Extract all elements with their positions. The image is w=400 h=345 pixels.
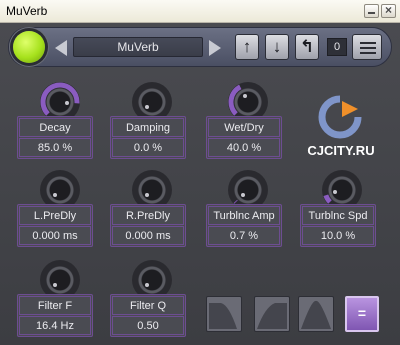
menu-line bbox=[360, 47, 376, 49]
control-value-field[interactable]: 40.0 % bbox=[208, 138, 280, 157]
knob-pointer-dot bbox=[145, 282, 150, 287]
lowpass-shape-icon bbox=[209, 303, 237, 329]
knob-pointer-dot bbox=[64, 100, 69, 105]
control-value-field[interactable]: 0.000 ms bbox=[112, 226, 184, 245]
menu-line bbox=[360, 52, 376, 54]
control-box: L.PreDly 0.000 ms bbox=[17, 204, 93, 247]
lowpass-shape-button[interactable] bbox=[206, 296, 242, 332]
control-box: Damping 0.0 % bbox=[110, 116, 186, 159]
control-label: Filter F bbox=[19, 296, 91, 315]
knob-arc-path bbox=[233, 199, 238, 204]
control-value-field[interactable]: 0.50 bbox=[112, 316, 184, 335]
control-label: Decay bbox=[19, 118, 91, 137]
control-box: Filter F 16.4 Hz bbox=[17, 294, 93, 337]
highpass-shape-icon bbox=[257, 303, 287, 329]
bandpass-shape-icon bbox=[301, 300, 331, 329]
control-box: Wet/Dry 40.0 % bbox=[206, 116, 282, 159]
minimize-icon bbox=[368, 12, 375, 14]
window-titlebar: MuVerb × bbox=[0, 0, 400, 23]
highpass-shape-button[interactable] bbox=[254, 296, 290, 332]
control-label: Turblnc Spd bbox=[302, 206, 374, 225]
knob-pointer-dot bbox=[145, 104, 150, 109]
control-value-field[interactable]: 0.7 % bbox=[208, 226, 280, 245]
knob-pointer-dot bbox=[240, 192, 245, 197]
control-box: Decay 85.0 % bbox=[17, 116, 93, 159]
plugin-panel: MuVerb ↑ ↓ ↰ 0 CJCITY.RU Decay 85.0 % Damp… bbox=[0, 23, 400, 345]
previous-preset-button[interactable] bbox=[55, 40, 67, 56]
control-value-field[interactable]: 10.0 % bbox=[302, 226, 374, 245]
control-value-field[interactable]: 0.0 % bbox=[112, 138, 184, 157]
knob-pointer-dot bbox=[145, 192, 150, 197]
knob-pointer-dot bbox=[53, 192, 58, 197]
close-button[interactable]: × bbox=[381, 3, 396, 18]
next-preset-button[interactable] bbox=[209, 40, 221, 56]
control-box: Turblnc Amp 0.7 % bbox=[206, 204, 282, 247]
knob-pointer-dot bbox=[53, 282, 58, 287]
eq-toggle-button[interactable]: = bbox=[345, 296, 379, 332]
control-value-field[interactable]: 0.000 ms bbox=[19, 226, 91, 245]
menu-button[interactable] bbox=[352, 34, 382, 60]
load-preset-button[interactable]: ↑ bbox=[235, 34, 259, 60]
control-box: R.PreDly 0.000 ms bbox=[110, 204, 186, 247]
control-box: Filter Q 0.50 bbox=[110, 294, 186, 337]
control-label: Turblnc Amp bbox=[208, 206, 280, 225]
watermark-text: CJCITY.RU bbox=[307, 143, 375, 158]
control-value-field[interactable]: 85.0 % bbox=[19, 138, 91, 157]
knob-arc-path bbox=[323, 194, 332, 204]
save-preset-button[interactable]: ↓ bbox=[265, 34, 289, 60]
control-value-field[interactable]: 16.4 Hz bbox=[19, 316, 91, 335]
preset-header: MuVerb ↑ ↓ ↰ 0 bbox=[8, 27, 392, 67]
knob-arc-path bbox=[40, 82, 80, 116]
minimize-button[interactable] bbox=[364, 4, 379, 18]
knob-arc-path bbox=[228, 84, 242, 116]
control-label: R.PreDly bbox=[112, 206, 184, 225]
power-button[interactable] bbox=[13, 31, 45, 63]
control-label: Wet/Dry bbox=[208, 118, 280, 137]
control-label: Damping bbox=[112, 118, 184, 137]
control-label: Filter Q bbox=[112, 296, 184, 315]
cjcity-logo bbox=[318, 95, 362, 139]
control-label: L.PreDly bbox=[19, 206, 91, 225]
menu-line bbox=[360, 42, 376, 44]
bandpass-shape-button[interactable] bbox=[298, 296, 334, 332]
preset-name-field[interactable]: MuVerb bbox=[73, 37, 203, 57]
preset-counter: 0 bbox=[327, 38, 347, 56]
knob-pointer-dot bbox=[242, 93, 247, 98]
revert-preset-button[interactable]: ↰ bbox=[295, 34, 319, 60]
control-box: Turblnc Spd 10.0 % bbox=[300, 204, 376, 247]
close-icon: × bbox=[384, 3, 392, 17]
window-title: MuVerb bbox=[6, 4, 48, 18]
